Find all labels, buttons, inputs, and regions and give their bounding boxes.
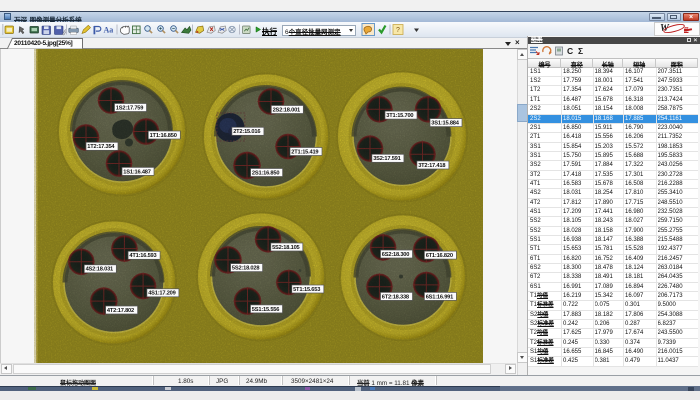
svg-text:1T1:16.850: 1T1:16.850 (150, 132, 177, 138)
svg-text:4T1:16.593: 4T1:16.593 (129, 253, 156, 259)
svg-text:5S1:15.556: 5S1:15.556 (252, 306, 279, 312)
svg-text:Aa: Aa (104, 26, 114, 35)
svg-text:1T2:17.354: 1T2:17.354 (87, 144, 115, 150)
svg-text:5T1:15.653: 5T1:15.653 (293, 286, 320, 292)
svg-text:4S2:18.031: 4S2:18.031 (86, 266, 113, 272)
svg-text:5S2:18.105: 5S2:18.105 (272, 244, 299, 250)
svg-text:2S1:16.850: 2S1:16.850 (252, 170, 279, 176)
svg-text:4S1:17.209: 4S1:17.209 (148, 290, 175, 296)
svg-text:3T1:15.700: 3T1:15.700 (386, 113, 413, 119)
svg-text:Σ: Σ (578, 46, 583, 56)
svg-text:2S2:18.001: 2S2:18.001 (273, 107, 300, 113)
svg-text:4T2:17.802: 4T2:17.802 (107, 307, 134, 313)
svg-text:3S1:15.884: 3S1:15.884 (431, 120, 459, 126)
svg-text:6T2:18.338: 6T2:18.338 (382, 294, 409, 300)
svg-text:6S2:18.300: 6S2:18.300 (382, 251, 409, 257)
svg-text:3T2:17.418: 3T2:17.418 (418, 162, 445, 168)
svg-text:3S2:17.591: 3S2:17.591 (373, 156, 400, 162)
svg-text:C: C (567, 46, 573, 56)
svg-text:5S2:18.028: 5S2:18.028 (232, 265, 259, 271)
svg-text:1S2:17.759: 1S2:17.759 (116, 105, 143, 111)
svg-text:2T2:15.016: 2T2:15.016 (233, 129, 260, 135)
svg-text:2T1:15.419: 2T1:15.419 (291, 149, 318, 155)
svg-text:1S1:16.487: 1S1:16.487 (123, 169, 150, 175)
svg-text:6T1:16.820: 6T1:16.820 (426, 253, 453, 259)
svg-text:?: ? (396, 27, 400, 34)
svg-text:6S1:16.991: 6S1:16.991 (426, 294, 453, 300)
